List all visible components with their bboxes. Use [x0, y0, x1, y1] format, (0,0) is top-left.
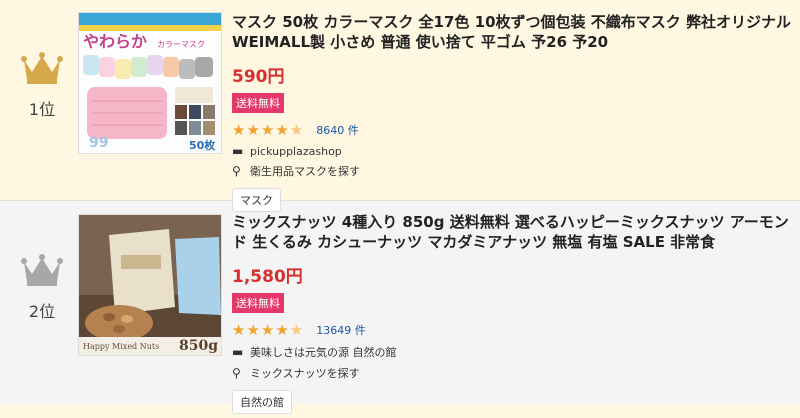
- rank-1: 1位: [0, 50, 84, 120]
- crown-icon: [21, 52, 63, 84]
- rank-2: 2位: [0, 252, 84, 322]
- image-product-name: Happy Mixed Nuts: [83, 342, 159, 351]
- free-shipping-badge: 送料無料: [232, 93, 284, 113]
- image-badge: 50枚: [189, 138, 216, 152]
- product-price: 1,580円: [232, 267, 303, 287]
- product-info-1: マスク 50枚 カラーマスク 全17色 10枚ずつ個包装 不織布マスク 弊社オリ…: [232, 12, 792, 212]
- rating: ★★★★★ 8640 件: [232, 121, 792, 139]
- search-icon: ⚲: [232, 164, 241, 178]
- shop-icon: ▬: [232, 144, 244, 158]
- category-search-link[interactable]: ⚲ ミックスナッツを探す: [232, 365, 792, 381]
- search-link-label: 衛生用品マスクを探す: [250, 165, 360, 178]
- image-percent: 99: [89, 135, 108, 151]
- category-tag[interactable]: 自然の館: [232, 390, 292, 414]
- shop-link[interactable]: ▬ 美味しさは元気の源 自然の館: [232, 344, 792, 360]
- shop-name: 美味しさは元気の源 自然の館: [250, 346, 397, 359]
- image-banner-text: やわらか: [83, 32, 147, 51]
- product-title[interactable]: ミックスナッツ 4種入り 850g 送料無料 選べるハッピーミックスナッツ アー…: [232, 212, 792, 252]
- search-icon: ⚲: [232, 366, 241, 380]
- review-count-link[interactable]: 13649 件: [316, 322, 366, 338]
- search-link-label: ミックスナッツを探す: [250, 367, 360, 380]
- review-count-link[interactable]: 8640 件: [316, 122, 359, 138]
- product-image-mask[interactable]: やわらか カラーマスク 99 50枚: [78, 12, 222, 154]
- product-info-2: ミックスナッツ 4種入り 850g 送料無料 選べるハッピーミックスナッツ アー…: [232, 212, 792, 414]
- star-rating-icon: ★★★★★: [232, 121, 305, 139]
- product-price: 590円: [232, 67, 285, 87]
- product-image-nuts[interactable]: Happy Mixed Nuts 850g: [78, 214, 222, 356]
- image-banner-text2: カラーマスク: [157, 40, 205, 49]
- shop-link[interactable]: ▬ pickupplazashop: [232, 144, 792, 158]
- rating: ★★★★★ 13649 件: [232, 321, 792, 339]
- category-tag[interactable]: マスク: [232, 188, 281, 212]
- crown-icon: [21, 254, 63, 286]
- rank-label: 1位: [28, 100, 56, 119]
- image-weight: 850g: [179, 338, 218, 354]
- product-title[interactable]: マスク 50枚 カラーマスク 全17色 10枚ずつ個包装 不織布マスク 弊社オリ…: [232, 12, 792, 52]
- category-search-link[interactable]: ⚲ 衛生用品マスクを探す: [232, 163, 792, 179]
- rank-label: 2位: [28, 302, 56, 321]
- shop-name: pickupplazashop: [250, 144, 342, 158]
- free-shipping-badge: 送料無料: [232, 293, 284, 313]
- shop-icon: ▬: [232, 345, 244, 359]
- star-rating-icon: ★★★★★: [232, 321, 305, 339]
